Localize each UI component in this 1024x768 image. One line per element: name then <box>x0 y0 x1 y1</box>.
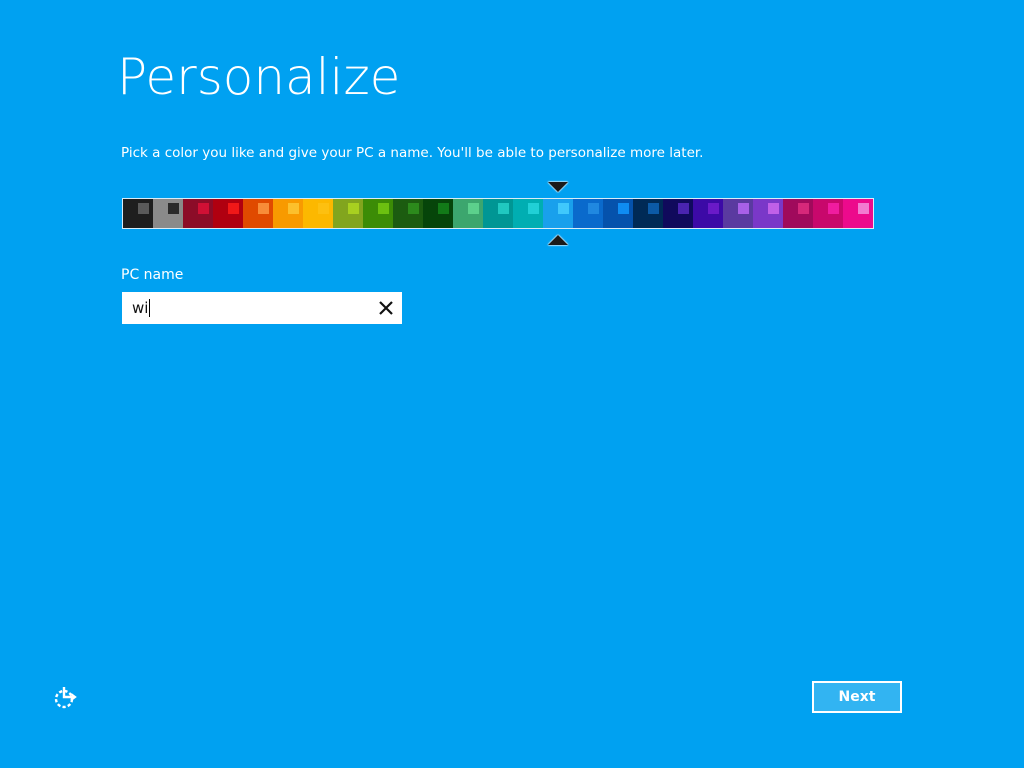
color-swatch[interactable] <box>123 199 153 228</box>
color-swatch-chip <box>768 203 779 214</box>
selected-color-top-marker <box>548 182 568 192</box>
close-icon <box>379 301 393 315</box>
color-swatch-chip <box>138 203 149 214</box>
color-swatch[interactable] <box>153 199 183 228</box>
color-swatch[interactable] <box>333 199 363 228</box>
color-swatch[interactable] <box>843 199 873 228</box>
color-swatch-chip <box>168 203 179 214</box>
page-title: Personalize <box>117 48 401 106</box>
color-swatch-chip <box>378 203 389 214</box>
color-swatch[interactable] <box>183 199 213 228</box>
color-swatch-chip <box>288 203 299 214</box>
color-swatch-selected[interactable] <box>543 199 573 228</box>
pc-name-value[interactable]: wi <box>132 299 151 318</box>
color-swatch-chip <box>828 203 839 214</box>
color-swatch[interactable] <box>603 199 633 228</box>
color-swatch-chip <box>678 203 689 214</box>
color-swatch[interactable] <box>693 199 723 228</box>
color-swatch-chip <box>438 203 449 214</box>
color-swatch[interactable] <box>573 199 603 228</box>
color-swatch-chip <box>498 203 509 214</box>
color-swatch[interactable] <box>273 199 303 228</box>
color-swatch-chip <box>588 203 599 214</box>
color-swatch[interactable] <box>363 199 393 228</box>
clear-text-button[interactable] <box>370 292 402 324</box>
pc-name-label: PC name <box>121 267 184 283</box>
color-swatch-chip <box>258 203 269 214</box>
next-button[interactable]: Next <box>812 681 902 713</box>
color-swatch-chip <box>858 203 869 214</box>
color-swatch-chip <box>558 203 569 214</box>
color-swatch-chip <box>198 203 209 214</box>
color-swatch[interactable] <box>783 199 813 228</box>
instruction-text: Pick a color you like and give your PC a… <box>121 145 704 161</box>
color-swatch-chip <box>738 203 749 214</box>
color-swatch[interactable] <box>393 199 423 228</box>
color-swatch[interactable] <box>813 199 843 228</box>
color-swatch[interactable] <box>483 199 513 228</box>
color-swatch-chip <box>228 203 239 214</box>
color-swatch[interactable] <box>243 199 273 228</box>
color-swatch-chip <box>648 203 659 214</box>
color-swatch-chip <box>798 203 809 214</box>
color-swatch[interactable] <box>213 199 243 228</box>
text-caret <box>149 299 151 318</box>
ease-of-access-icon[interactable] <box>52 684 80 712</box>
selected-color-bottom-marker <box>548 235 568 245</box>
color-swatch[interactable] <box>303 199 333 228</box>
color-swatch-chip <box>618 203 629 214</box>
color-swatch-chip <box>318 203 329 214</box>
color-swatch-chip <box>528 203 539 214</box>
color-swatch[interactable] <box>723 199 753 228</box>
color-swatch[interactable] <box>423 199 453 228</box>
color-swatch-chip <box>408 203 419 214</box>
setup-screen: Personalize Pick a color you like and gi… <box>0 0 1024 768</box>
pc-name-input[interactable]: wi <box>122 292 402 324</box>
color-swatch-chip <box>348 203 359 214</box>
color-swatch[interactable] <box>513 199 543 228</box>
color-swatch[interactable] <box>663 199 693 228</box>
color-swatch-chip <box>708 203 719 214</box>
color-swatch[interactable] <box>753 199 783 228</box>
color-swatch[interactable] <box>453 199 483 228</box>
color-swatch[interactable] <box>633 199 663 228</box>
color-swatch-chip <box>468 203 479 214</box>
color-picker[interactable] <box>122 198 874 229</box>
